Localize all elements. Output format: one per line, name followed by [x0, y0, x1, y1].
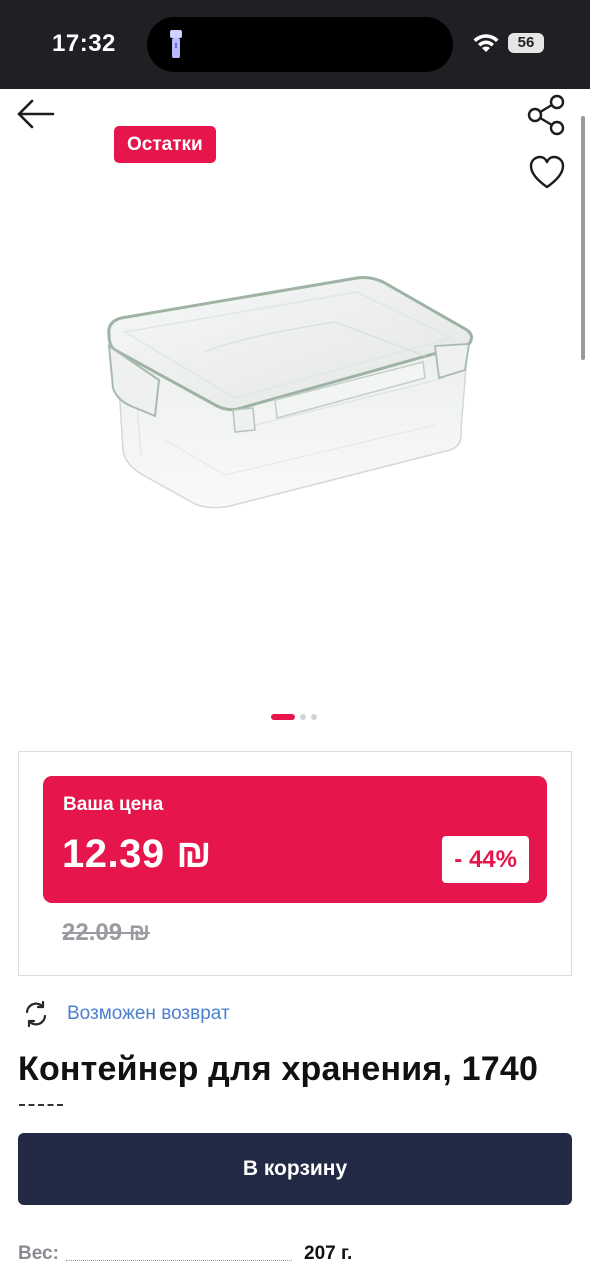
- scroll-indicator[interactable]: [581, 116, 585, 360]
- dynamic-island: [147, 17, 453, 72]
- share-icon: [527, 94, 565, 136]
- current-price: 12.39 ₪: [62, 832, 213, 876]
- carousel-dot[interactable]: [300, 714, 306, 720]
- status-bar: 17:32 56: [0, 0, 590, 89]
- favorite-button[interactable]: [528, 154, 566, 192]
- carousel-dot[interactable]: [311, 714, 317, 720]
- price-label: Ваша цена: [63, 794, 164, 815]
- title-overflow-mark: [19, 1104, 63, 1107]
- carousel-dots[interactable]: [271, 714, 317, 720]
- flashlight-icon: [170, 30, 182, 58]
- share-button[interactable]: [526, 94, 568, 136]
- product-image[interactable]: [95, 260, 485, 520]
- price-box: Ваша цена 12.39 ₪ - 44%: [43, 776, 547, 903]
- spec-leader-dots: [66, 1260, 292, 1261]
- battery-indicator: 56: [508, 33, 544, 53]
- spec-label: Вес:: [18, 1243, 59, 1264]
- old-price: 22.09 ₪: [62, 919, 150, 946]
- spec-value: 207 г.: [304, 1243, 353, 1264]
- back-button[interactable]: [14, 96, 58, 132]
- discount-badge: - 44%: [442, 836, 529, 883]
- return-info[interactable]: Возможен возврат: [22, 998, 230, 1030]
- carousel-dot-active[interactable]: [271, 714, 295, 720]
- add-to-cart-button[interactable]: В корзину: [18, 1133, 572, 1205]
- stock-badge: Остатки: [114, 126, 216, 163]
- refresh-icon: [25, 1000, 47, 1028]
- price-card: Ваша цена 12.39 ₪ - 44% 22.09 ₪: [18, 751, 572, 976]
- heart-icon: [529, 155, 565, 189]
- return-link[interactable]: Возможен возврат: [67, 1003, 230, 1025]
- wifi-icon: [473, 34, 499, 52]
- product-title: Контейнер для хранения, 1740: [18, 1050, 539, 1088]
- status-time: 17:32: [52, 30, 116, 57]
- arrow-left-icon: [17, 99, 55, 129]
- spec-row-weight: Вес: 207 г.: [18, 1238, 572, 1268]
